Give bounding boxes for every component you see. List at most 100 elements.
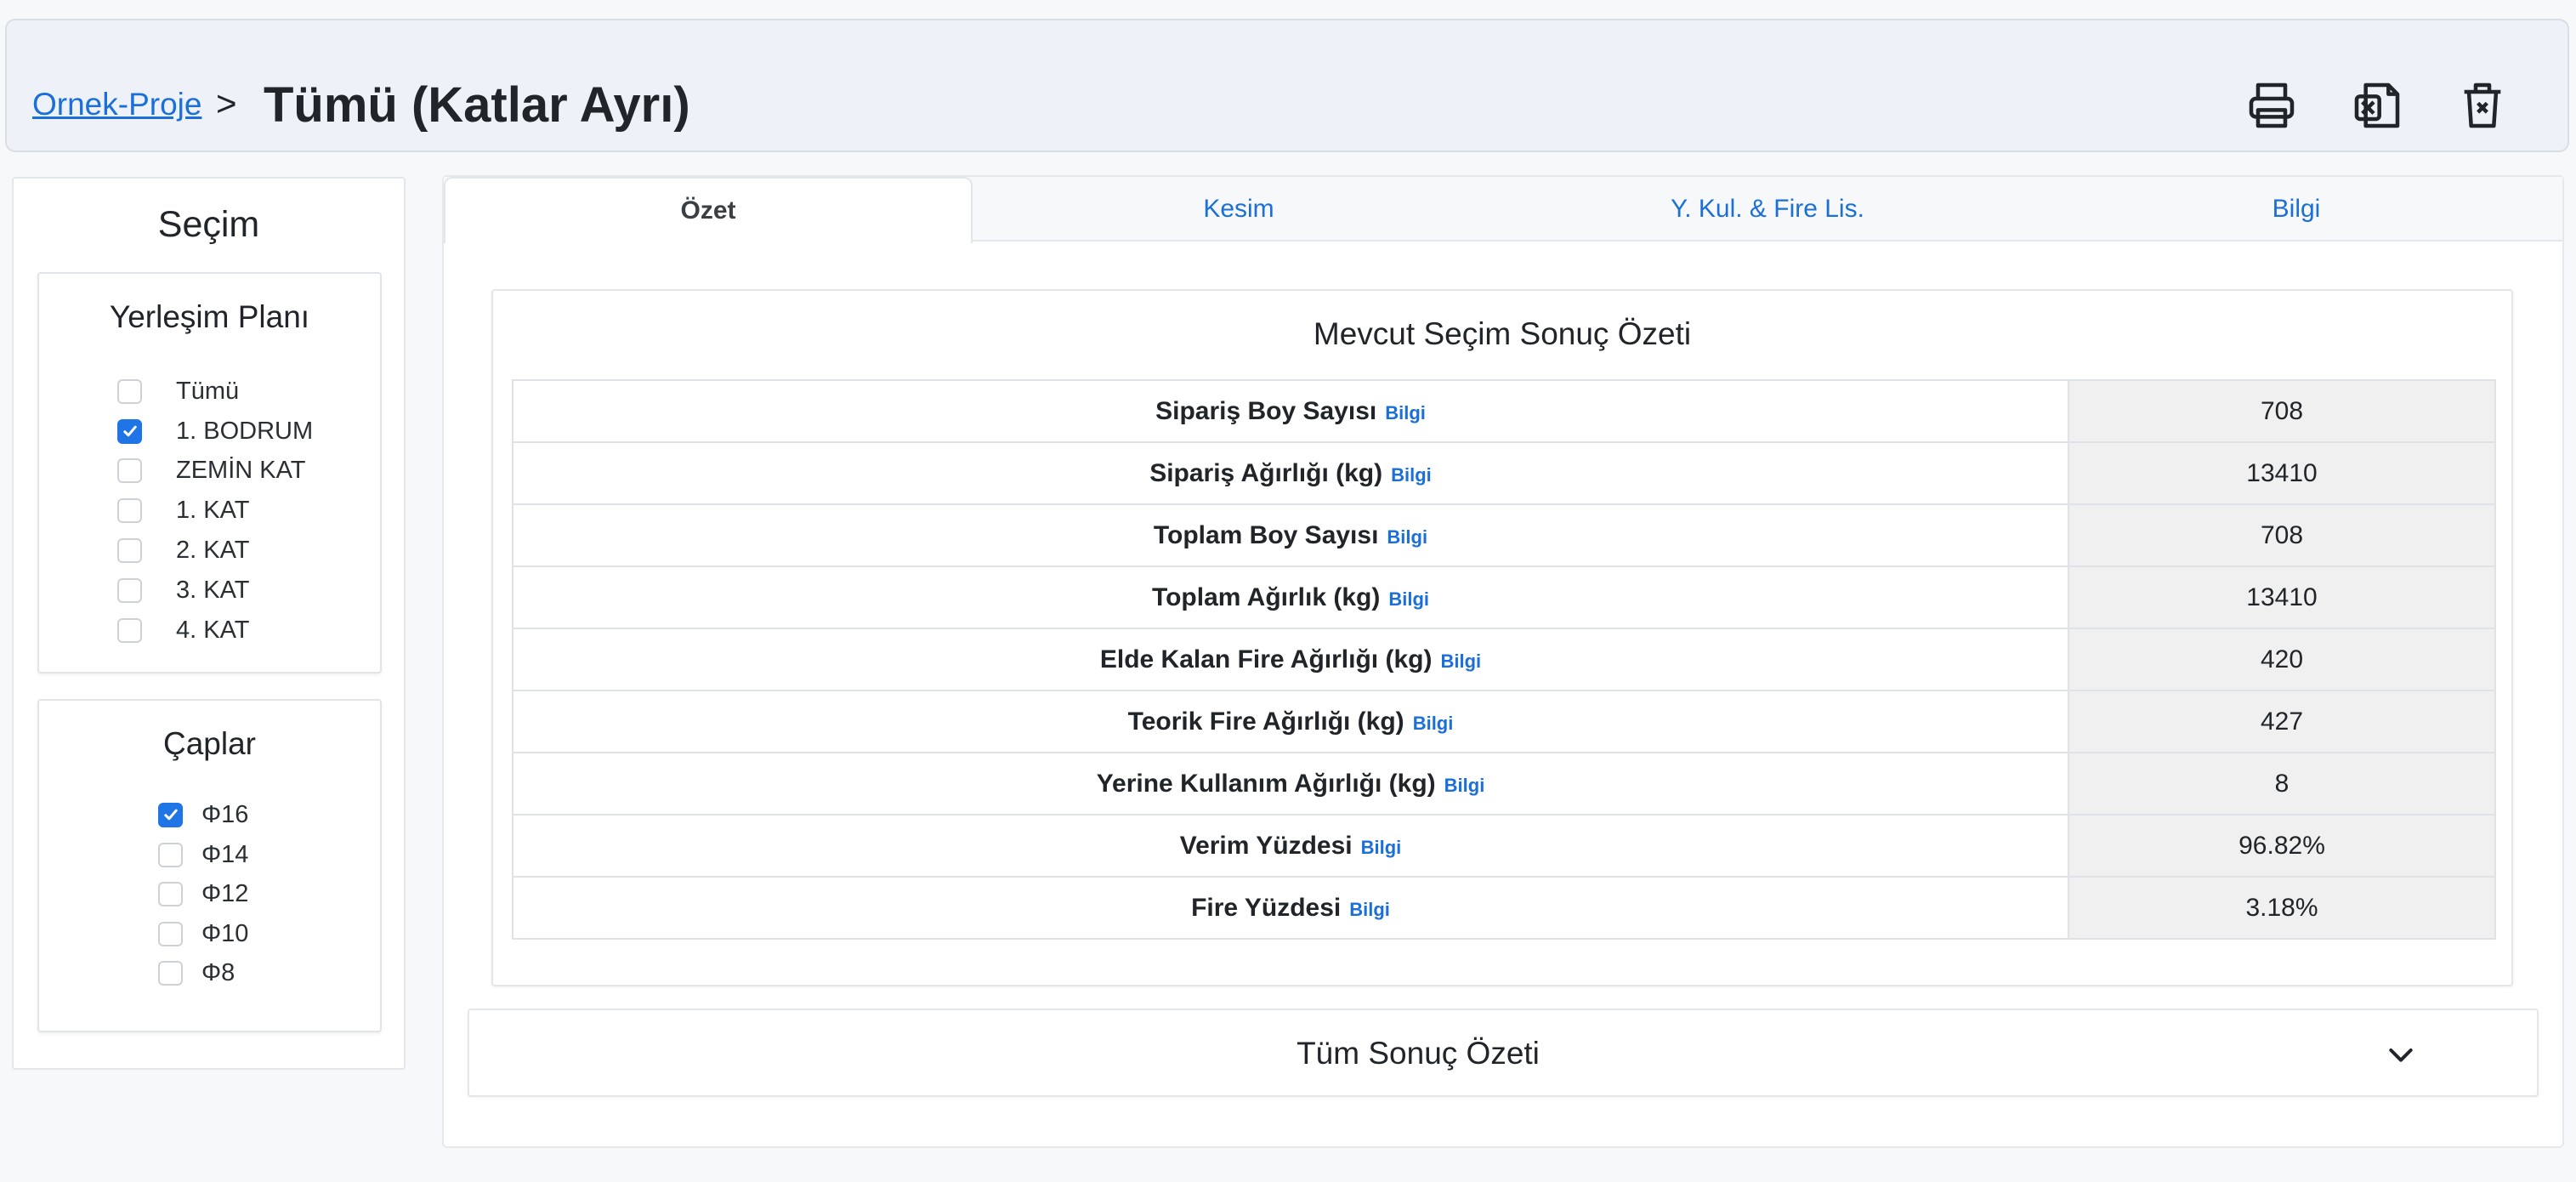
table-row: Teorik Fire Ağırlığı (kg) Bilgi 427 <box>512 690 2496 753</box>
table-row: Toplam Ağırlık (kg) Bilgi 13410 <box>512 565 2496 629</box>
diameters-title: Çaplar <box>163 726 256 761</box>
table-row: Verim Yüzdesi Bilgi 96.82% <box>512 814 2496 878</box>
option-label: 3. KAT <box>176 576 250 604</box>
option-label: Φ8 <box>201 958 235 986</box>
row-label: Teorik Fire Ağırlığı (kg) <box>1127 707 1404 736</box>
table-row: Yerine Kullanım Ağırlığı (kg) Bilgi 8 <box>512 752 2496 815</box>
diameters-panel: Çaplar Φ16 Φ14 Φ12 Φ10 Φ8 <box>37 699 382 1032</box>
option-label: ZEMİN KAT <box>176 456 306 484</box>
option-label: Tümü <box>176 377 240 405</box>
layout-plan-title: Yerleşim Planı <box>109 299 310 334</box>
summary-table: Sipariş Boy Sayısı Bilgi 708 Sipariş Ağır… <box>512 379 2496 940</box>
info-link[interactable]: Bilgi <box>1387 526 1427 548</box>
diameter-option-10[interactable]: Φ10 <box>158 917 248 951</box>
checkbox[interactable] <box>158 921 183 946</box>
selection-sidebar: Seçim Yerleşim Planı Tümü 1. BODRUM ZEMİ… <box>12 177 406 1070</box>
row-label-cell: Teorik Fire Ağırlığı (kg) Bilgi <box>512 690 2069 753</box>
checkbox[interactable] <box>158 842 183 867</box>
layout-option-tumu[interactable]: Tümü <box>117 374 239 408</box>
table-row: Sipariş Ağırlığı (kg) Bilgi 13410 <box>512 441 2496 505</box>
layout-option-2-kat[interactable]: 2. KAT <box>117 533 250 567</box>
row-value: 3.18% <box>2068 876 2496 940</box>
table-row: Sipariş Boy Sayısı Bilgi 708 <box>512 379 2496 443</box>
diameter-option-16[interactable]: Φ16 <box>158 798 248 832</box>
info-link[interactable]: Bilgi <box>1349 899 1390 920</box>
checkbox[interactable] <box>117 577 142 603</box>
tab-bar: Özet Kesim Y. Kul. & Fire Lis. Bilgi <box>444 177 2562 243</box>
option-label: Φ12 <box>201 879 249 907</box>
check-icon <box>122 425 137 437</box>
row-value: 8 <box>2068 752 2496 815</box>
table-row: Elde Kalan Fire Ağırlığı (kg) Bilgi 420 <box>512 628 2496 691</box>
row-label-cell: Elde Kalan Fire Ağırlığı (kg) Bilgi <box>512 628 2069 691</box>
diameter-option-12[interactable]: Φ12 <box>158 877 248 911</box>
info-link[interactable]: Bilgi <box>1440 651 1481 672</box>
row-value: 96.82% <box>2068 814 2496 878</box>
printer-icon[interactable] <box>2244 78 2299 133</box>
option-label: Φ14 <box>201 840 249 868</box>
row-value: 708 <box>2068 379 2496 443</box>
checkbox[interactable] <box>117 537 142 563</box>
row-label: Toplam Boy Sayısı <box>1153 520 1379 549</box>
excel-file-icon[interactable] <box>2350 78 2404 133</box>
summary-title: Mevcut Seçim Sonuç Özeti <box>1313 316 1692 351</box>
row-label-cell: Toplam Ağırlık (kg) Bilgi <box>512 565 2069 629</box>
option-label: Φ10 <box>201 919 249 947</box>
tab-kesim[interactable]: Kesim <box>974 177 1503 242</box>
row-label-cell: Toplam Boy Sayısı Bilgi <box>512 503 2069 567</box>
row-label: Sipariş Ağırlığı (kg) <box>1149 458 1383 487</box>
row-label-cell: Sipariş Boy Sayısı Bilgi <box>512 379 2069 443</box>
table-row: Toplam Boy Sayısı Bilgi 708 <box>512 503 2496 567</box>
info-link[interactable]: Bilgi <box>1388 588 1429 610</box>
checkbox-checked[interactable] <box>117 418 142 444</box>
checkbox[interactable] <box>117 457 142 483</box>
checkbox[interactable] <box>117 378 142 404</box>
breadcrumb-project-link[interactable]: Ornek-Proje <box>32 87 201 122</box>
chevron-down-icon[interactable] <box>2384 1037 2418 1071</box>
tab-yerine-kullanim-fire-listesi[interactable]: Y. Kul. & Fire Lis. <box>1503 177 2032 242</box>
row-label: Yerine Kullanım Ağırlığı (kg) <box>1096 769 1436 798</box>
row-label-cell: Yerine Kullanım Ağırlığı (kg) Bilgi <box>512 752 2069 815</box>
checkbox-checked[interactable] <box>158 802 183 827</box>
layout-option-4-kat[interactable]: 4. KAT <box>117 613 250 647</box>
checkbox[interactable] <box>158 960 183 986</box>
checkbox[interactable] <box>117 617 142 643</box>
layout-option-1-kat[interactable]: 1. KAT <box>117 493 250 527</box>
checkbox[interactable] <box>158 881 183 906</box>
diameter-option-14[interactable]: Φ14 <box>158 838 248 872</box>
row-value: 708 <box>2068 503 2496 567</box>
layout-plan-panel: Yerleşim Planı Tümü 1. BODRUM ZEMİN KAT … <box>37 272 382 673</box>
tab-ozet[interactable]: Özet <box>444 177 973 243</box>
row-value: 427 <box>2068 690 2496 753</box>
page-title: Tümü (Katlar Ayrı) <box>264 77 690 133</box>
layout-option-1-bodrum[interactable]: 1. BODRUM <box>117 414 313 448</box>
all-results-summary-accordion[interactable]: Tüm Sonuç Özeti <box>468 1009 2539 1097</box>
table-row: Fire Yüzdesi Bilgi 3.18% <box>512 876 2496 940</box>
info-link[interactable]: Bilgi <box>1385 402 1426 423</box>
row-label-cell: Fire Yüzdesi Bilgi <box>512 876 2069 940</box>
main-content: Özet Kesim Y. Kul. & Fire Lis. Bilgi Mev… <box>442 175 2564 1148</box>
info-link[interactable]: Bilgi <box>1444 775 1485 796</box>
layout-option-zemin-kat[interactable]: ZEMİN KAT <box>117 453 306 487</box>
checkbox[interactable] <box>117 497 142 523</box>
option-label: Φ16 <box>201 800 249 828</box>
row-label: Fire Yüzdesi <box>1191 893 1342 922</box>
top-header: Ornek-Proje > Tümü (Katlar Ayrı) <box>5 19 2569 152</box>
option-label: 1. KAT <box>176 496 250 524</box>
row-label-cell: Verim Yüzdesi Bilgi <box>512 814 2069 878</box>
row-value: 13410 <box>2068 565 2496 629</box>
info-link[interactable]: Bilgi <box>1391 464 1432 486</box>
breadcrumb-separator: > <box>216 83 237 123</box>
option-label: 4. KAT <box>176 616 250 644</box>
info-link[interactable]: Bilgi <box>1361 837 1402 858</box>
diameter-option-8[interactable]: Φ8 <box>158 956 235 990</box>
option-label: 2. KAT <box>176 536 250 564</box>
row-value: 13410 <box>2068 441 2496 505</box>
trash-icon[interactable] <box>2455 78 2510 133</box>
layout-option-3-kat[interactable]: 3. KAT <box>117 573 250 607</box>
row-label-cell: Sipariş Ağırlığı (kg) Bilgi <box>512 441 2069 505</box>
tab-bilgi[interactable]: Bilgi <box>2032 177 2561 242</box>
row-label: Toplam Ağırlık (kg) <box>1151 582 1381 611</box>
accordion-label: Tüm Sonuç Özeti <box>1297 1036 1540 1071</box>
info-link[interactable]: Bilgi <box>1413 713 1454 734</box>
